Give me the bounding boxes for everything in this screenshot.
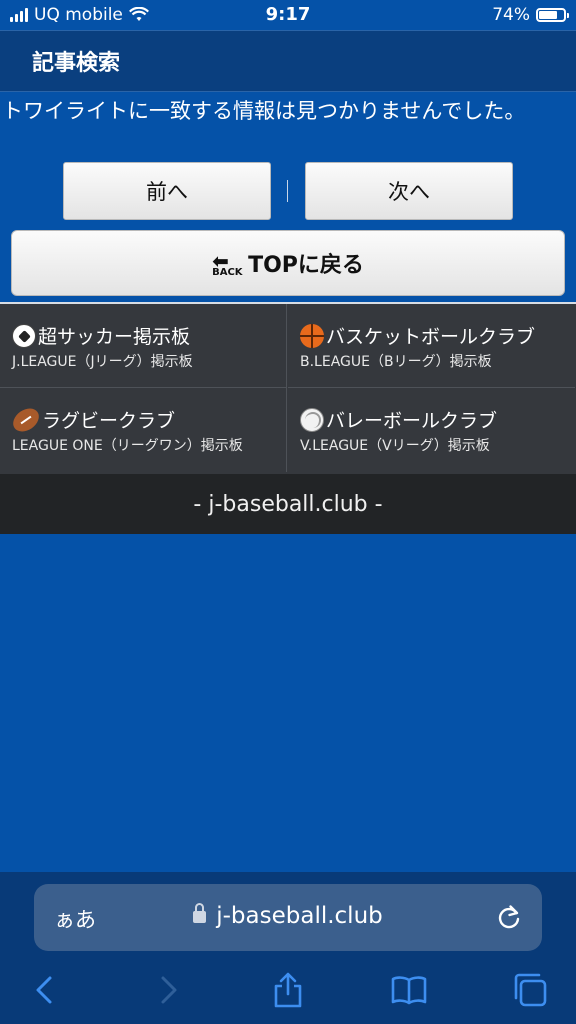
battery-percent: 74% bbox=[492, 5, 530, 25]
board-subtitle: B.LEAGUE（Bリーグ）掲示板 bbox=[300, 354, 492, 370]
back-arrow-icon: ⬅ BACK bbox=[212, 249, 243, 278]
board-title-row: バスケットボールクラブ bbox=[300, 322, 535, 349]
board-title: バスケットボールクラブ bbox=[326, 326, 536, 348]
board-title-row: バレーボールクラブ bbox=[300, 406, 497, 433]
board-title-row: ラグビークラブ bbox=[8, 403, 176, 436]
next-button[interactable]: 次へ bbox=[305, 162, 513, 220]
back-icon[interactable] bbox=[25, 970, 65, 1010]
lock-icon bbox=[193, 903, 207, 923]
forward-icon[interactable] bbox=[148, 970, 188, 1010]
no-results-message: トワイライトに一致する情報は見つかりませんでした。 bbox=[2, 99, 526, 123]
clock: 9:17 bbox=[265, 4, 311, 25]
battery-icon bbox=[536, 8, 569, 22]
volleyball-icon bbox=[300, 407, 324, 432]
tabs-icon[interactable] bbox=[510, 970, 550, 1010]
back-to-top-label: TOPに戻る bbox=[248, 253, 364, 278]
share-icon[interactable] bbox=[268, 970, 308, 1010]
board-title: バレーボールクラブ bbox=[326, 410, 498, 432]
back-to-top-button[interactable]: ⬅ BACK TOPに戻る bbox=[11, 230, 565, 296]
back-icon-label: BACK bbox=[212, 267, 243, 278]
board-subtitle: LEAGUE ONE（リーグワン）掲示板 bbox=[12, 438, 243, 454]
soccer-ball-icon bbox=[12, 323, 36, 348]
basketball-icon bbox=[300, 323, 324, 348]
board-subtitle: V.LEAGUE（Vリーグ）掲示板 bbox=[300, 438, 490, 454]
board-link-soccer[interactable]: 超サッカー掲示板 J.LEAGUE（Jリーグ）掲示板 bbox=[0, 304, 287, 388]
board-title-row: 超サッカー掲示板 bbox=[12, 322, 190, 349]
bookmarks-icon[interactable] bbox=[389, 970, 429, 1010]
page-header: 記事検索 bbox=[0, 30, 576, 92]
status-right: 74% bbox=[492, 5, 569, 25]
reload-icon[interactable] bbox=[496, 904, 522, 930]
board-grid: 超サッカー掲示板 J.LEAGUE（Jリーグ）掲示板 バスケットボールクラブ B… bbox=[0, 304, 576, 474]
board-link-basketball[interactable]: バスケットボールクラブ B.LEAGUE（Bリーグ）掲示板 bbox=[288, 304, 575, 388]
url-text: j-baseball.club bbox=[216, 903, 383, 929]
site-footer: - j-baseball.club - bbox=[0, 474, 576, 534]
board-link-volleyball[interactable]: バレーボールクラブ V.LEAGUE（Vリーグ）掲示板 bbox=[288, 388, 575, 472]
board-title: 超サッカー掲示板 bbox=[38, 326, 191, 348]
address-bar[interactable]: ぁあ j-baseball.club bbox=[34, 884, 542, 951]
status-bar: UQ mobile 9:17 74% bbox=[0, 0, 576, 30]
board-subtitle: J.LEAGUE（Jリーグ）掲示板 bbox=[12, 354, 193, 370]
page-title: 記事検索 bbox=[32, 51, 121, 76]
battery-fill bbox=[539, 11, 557, 19]
button-separator bbox=[287, 180, 288, 202]
board-link-rugby[interactable]: ラグビークラブ LEAGUE ONE（リーグワン）掲示板 bbox=[0, 388, 287, 472]
rugby-ball-icon bbox=[8, 403, 44, 436]
url-display[interactable]: j-baseball.club bbox=[34, 903, 542, 929]
prev-button[interactable]: 前へ bbox=[63, 162, 271, 220]
board-title: ラグビークラブ bbox=[42, 410, 176, 432]
